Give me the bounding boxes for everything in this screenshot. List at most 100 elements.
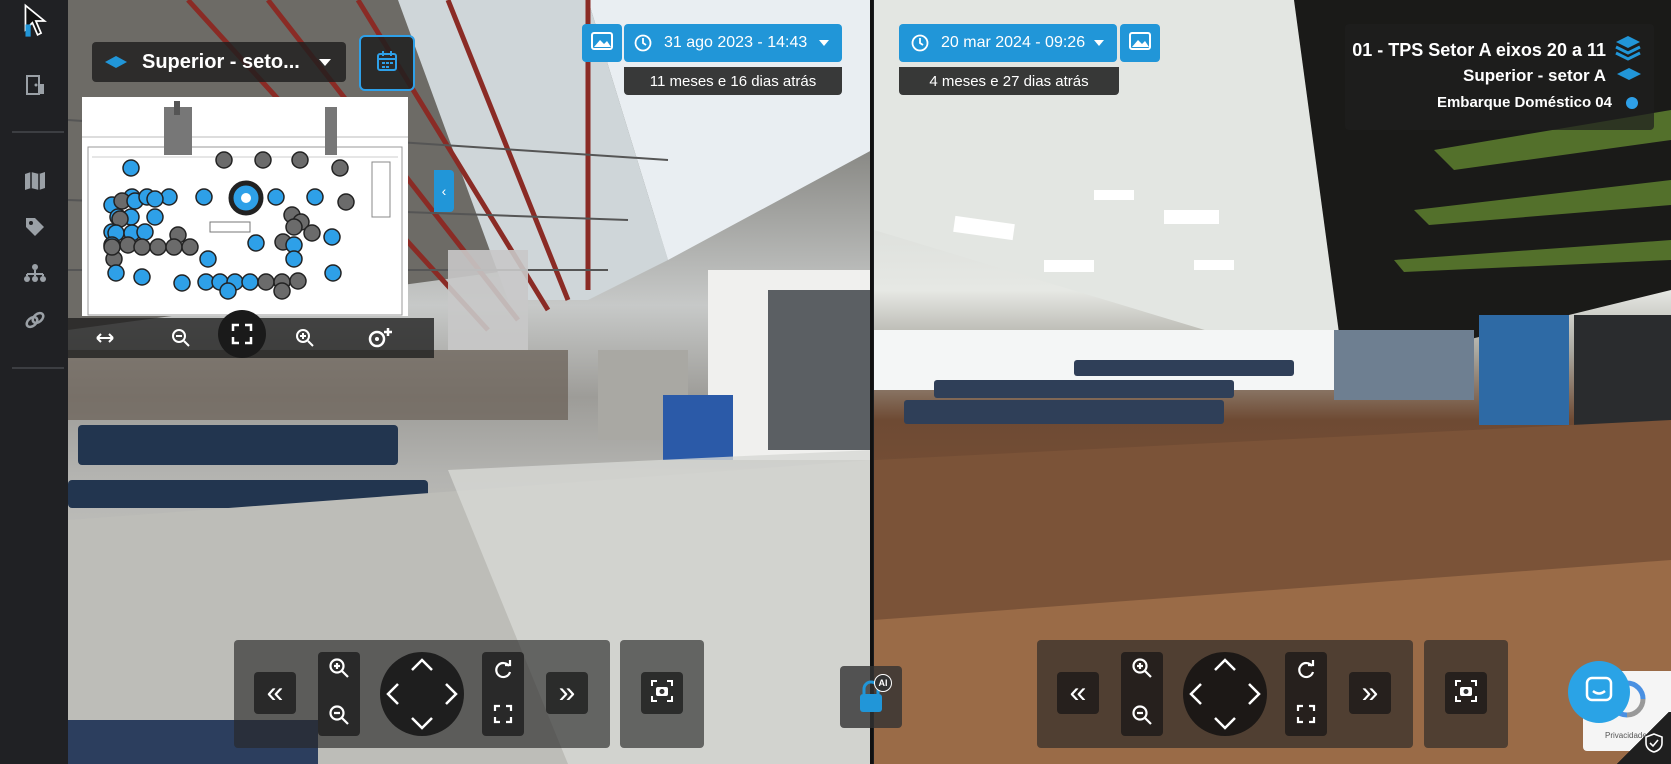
- capture-point-visited[interactable]: [173, 274, 191, 292]
- left-next-button[interactable]: »: [546, 672, 588, 714]
- ai-lock-icon: AI: [856, 674, 892, 714]
- capture-point[interactable]: [285, 218, 303, 236]
- capture-point[interactable]: [254, 151, 272, 169]
- image-icon: [591, 31, 613, 55]
- floor-selector[interactable]: Superior - seto...: [92, 42, 346, 82]
- left-rotate-controls: [482, 652, 524, 736]
- layers-icon[interactable]: [1614, 34, 1642, 67]
- left-image-toggle-button[interactable]: [582, 24, 622, 62]
- tag-icon[interactable]: [22, 214, 48, 240]
- capture-point[interactable]: [331, 159, 349, 177]
- capture-point[interactable]: [215, 151, 233, 169]
- capture-point-visited[interactable]: [107, 264, 125, 282]
- capture-point-visited[interactable]: [323, 228, 341, 246]
- add-point-icon[interactable]: [366, 326, 396, 355]
- clock-icon: [911, 34, 929, 52]
- floor-selector-label: Superior - seto...: [142, 50, 300, 73]
- capture-point[interactable]: [291, 151, 309, 169]
- capture-point[interactable]: [273, 282, 291, 300]
- rotate-icon[interactable]: [1295, 659, 1317, 686]
- corner-shield-tab[interactable]: [1615, 712, 1671, 764]
- double-chevron-left-icon: «: [266, 676, 284, 709]
- right-direction-pad[interactable]: [1183, 652, 1267, 736]
- capture-point-visited[interactable]: [122, 159, 140, 177]
- capture-point[interactable]: [257, 273, 275, 291]
- zoom-in-icon[interactable]: [294, 327, 316, 354]
- capture-point-visited[interactable]: [247, 234, 265, 252]
- double-chevron-left-icon: «: [1069, 676, 1087, 709]
- right-previous-button[interactable]: «: [1057, 672, 1099, 714]
- sidebar-divider: [12, 367, 64, 369]
- capture-point[interactable]: [303, 224, 321, 242]
- right-screenshot-group: [1424, 640, 1508, 748]
- right-image-toggle-button[interactable]: [1120, 24, 1160, 62]
- capture-point-visited[interactable]: [324, 264, 342, 282]
- left-date-selector[interactable]: 31 ago 2023 - 14:43: [624, 24, 842, 62]
- image-icon: [1129, 31, 1151, 55]
- rotate-icon[interactable]: [492, 659, 514, 686]
- fit-width-icon[interactable]: [94, 328, 116, 353]
- split-divider[interactable]: [870, 0, 873, 764]
- right-date-selector[interactable]: 20 mar 2024 - 09:26: [899, 24, 1117, 62]
- capture-point[interactable]: [103, 238, 121, 256]
- screenshot-icon: [1454, 679, 1478, 708]
- capture-point[interactable]: [149, 238, 167, 256]
- capture-point-visited[interactable]: [195, 188, 213, 206]
- left-previous-button[interactable]: «: [254, 672, 296, 714]
- zoom-in-icon[interactable]: [328, 657, 350, 684]
- capture-point[interactable]: [337, 193, 355, 211]
- right-screenshot-button[interactable]: [1445, 672, 1487, 714]
- current-point-center: [241, 193, 251, 203]
- direction-arrows-icon: [386, 658, 458, 730]
- capture-point-visited[interactable]: [241, 273, 259, 291]
- capture-point[interactable]: [165, 238, 183, 256]
- zoom-out-icon[interactable]: [1131, 704, 1153, 731]
- capture-point[interactable]: [133, 238, 151, 256]
- chevron-down-icon: [1093, 34, 1105, 52]
- ai-lock-button[interactable]: AI: [840, 666, 902, 728]
- project-name: 01 - TPS Setor A eixos 20 a 11: [1352, 40, 1606, 60]
- chat-support-button[interactable]: [1568, 661, 1630, 723]
- right-rotate-controls: [1285, 652, 1327, 736]
- fullscreen-icon[interactable]: [1296, 704, 1316, 729]
- capture-point-visited[interactable]: [199, 250, 217, 268]
- floor-diamond-icon: [1616, 67, 1642, 86]
- capture-point-visited[interactable]: [146, 208, 164, 226]
- capture-point-visited[interactable]: [146, 190, 164, 208]
- clock-icon: [634, 34, 652, 52]
- door-exit-icon[interactable]: [22, 72, 48, 98]
- direction-arrows-icon: [1189, 658, 1261, 730]
- capture-point-visited[interactable]: [267, 188, 285, 206]
- collapse-minimap-button[interactable]: ‹: [434, 170, 454, 212]
- capture-point[interactable]: [289, 272, 307, 290]
- map-icon[interactable]: [22, 168, 48, 194]
- left-sidebar: [0, 0, 69, 764]
- double-chevron-right-icon: »: [558, 676, 576, 709]
- zoom-in-icon[interactable]: [1131, 657, 1153, 684]
- fullscreen-icon[interactable]: [493, 704, 513, 729]
- capture-point-visited[interactable]: [136, 223, 154, 241]
- left-screenshot-group: [620, 640, 704, 748]
- capture-point-visited[interactable]: [306, 188, 324, 206]
- capture-point-visited[interactable]: [219, 282, 237, 300]
- point-dot-icon: [1626, 96, 1638, 109]
- link-icon[interactable]: [22, 307, 48, 333]
- right-zoom-controls: [1121, 652, 1163, 736]
- sidebar-divider: [12, 131, 64, 133]
- network-icon[interactable]: [22, 260, 48, 286]
- chevron-down-icon: [818, 34, 830, 52]
- calendar-button[interactable]: [359, 35, 415, 91]
- floor-plan-minimap[interactable]: [82, 97, 408, 316]
- fullscreen-icon[interactable]: [218, 310, 266, 358]
- logo-icon[interactable]: [22, 3, 48, 37]
- zoom-out-icon[interactable]: [170, 327, 192, 354]
- left-direction-pad[interactable]: [380, 652, 464, 736]
- capture-point[interactable]: [181, 238, 199, 256]
- chevron-down-icon: [318, 51, 332, 74]
- capture-point-visited[interactable]: [285, 250, 303, 268]
- left-screenshot-button[interactable]: [641, 672, 683, 714]
- chevron-left-icon: ‹: [441, 183, 447, 199]
- right-next-button[interactable]: »: [1349, 672, 1391, 714]
- capture-point-visited[interactable]: [133, 268, 151, 286]
- zoom-out-icon[interactable]: [328, 704, 350, 731]
